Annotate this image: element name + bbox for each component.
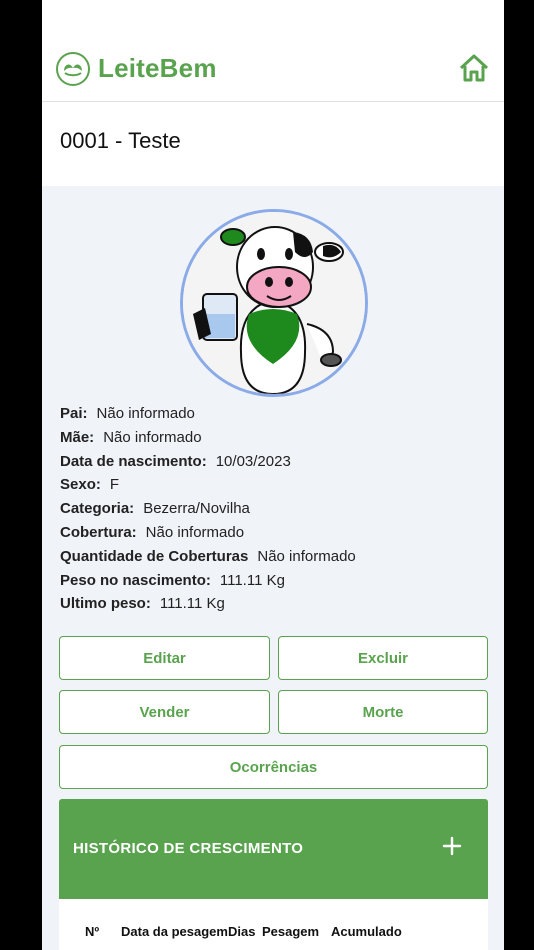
- leaf-logo-icon: [56, 52, 90, 86]
- detail-row-coverage-count: Quantidade de Coberturas Não informado: [60, 547, 356, 565]
- detail-row-mae: Mãe: Não informado: [60, 428, 202, 446]
- growth-history-table: Nº Data da pesagem Dias Pesagem Acumulad…: [59, 899, 488, 950]
- edit-button[interactable]: Editar: [59, 636, 270, 680]
- app-header: LeiteBem: [42, 0, 504, 102]
- animal-avatar: [180, 209, 368, 397]
- column-header-days: Dias: [228, 924, 256, 939]
- detail-row-sex: Sexo: F: [60, 476, 120, 494]
- sell-button[interactable]: Vender: [59, 690, 270, 734]
- column-header-weight: Pesagem: [262, 924, 320, 939]
- death-button[interactable]: Morte: [278, 690, 488, 734]
- animal-details: Pai: Não informado Mãe: Não informado Data…: [60, 405, 490, 619]
- detail-row-pai: Pai: Não informado: [60, 405, 195, 422]
- column-header-weigh-date: Data da pesagem: [121, 924, 228, 939]
- column-header-accumulated: Acumulado: [331, 924, 402, 939]
- column-header-number: Nº: [85, 924, 100, 939]
- growth-history-title: HISTÓRICO DE CRESCIMENTO: [73, 840, 304, 857]
- app-screen: LeiteBem 0001 - Teste Pai: Não informado…: [42, 0, 504, 950]
- detail-row-coverage: Cobertura: Não informado: [60, 523, 245, 541]
- delete-button[interactable]: Excluir: [278, 636, 488, 680]
- detail-row-category: Categoria: Bezerra/Novilha: [60, 500, 250, 518]
- growth-history-header[interactable]: HISTÓRICO DE CRESCIMENTO: [59, 799, 488, 899]
- detail-row-last-weight: Ultimo peso: 111.11 Kg: [60, 595, 225, 613]
- app-brand: LeiteBem: [98, 53, 217, 83]
- home-icon[interactable]: [458, 52, 490, 84]
- detail-row-birthdate: Data de nascimento: 10/03/2023: [60, 452, 291, 470]
- occurrences-button[interactable]: Ocorrências: [59, 745, 488, 789]
- detail-row-birth-weight: Peso no nascimento: 111.11 Kg: [60, 571, 285, 589]
- plus-icon[interactable]: [441, 835, 463, 857]
- page-title: 0001 - Teste: [60, 128, 181, 153]
